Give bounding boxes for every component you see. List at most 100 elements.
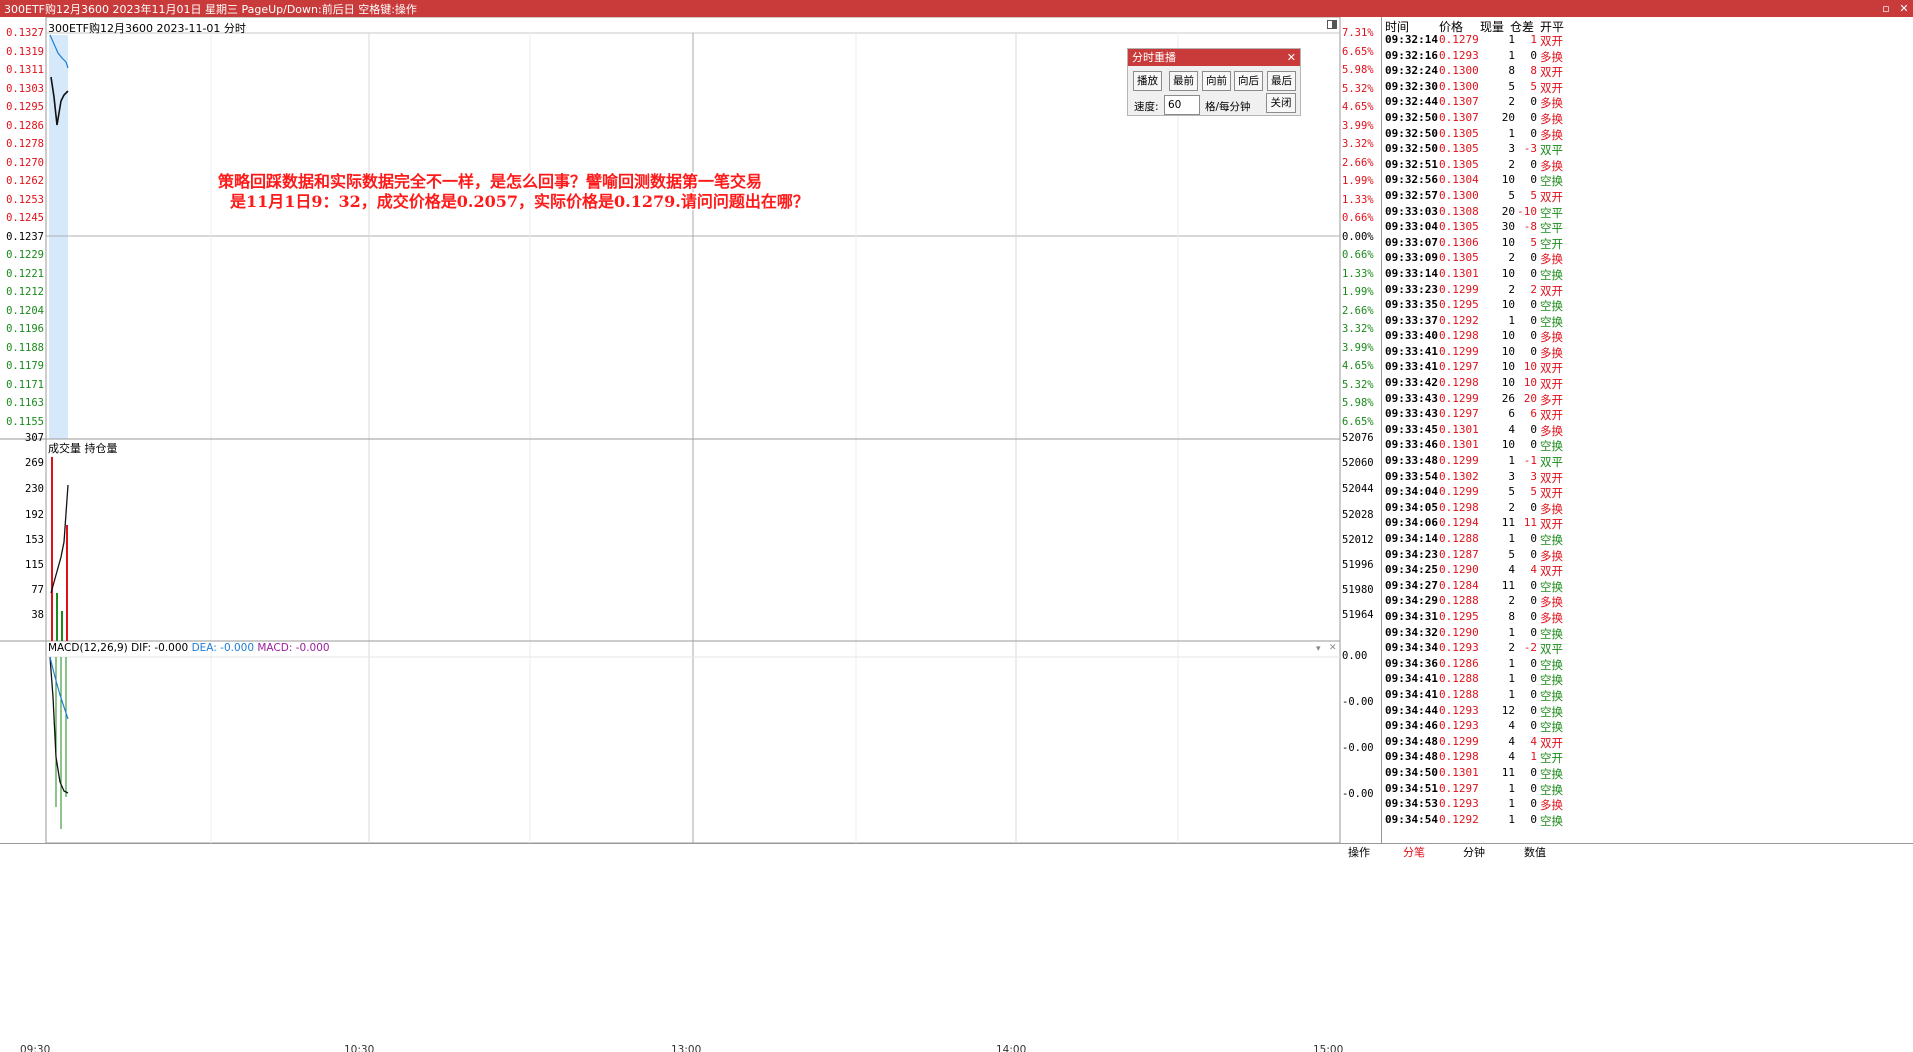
price-tick-label: 0.1311 [6, 64, 44, 76]
tick-row[interactable]: 09:34:23 0.1287 5 0 多换 [1382, 548, 1567, 564]
tick-row[interactable]: 09:34:41 0.1288 1 0 空换 [1382, 688, 1567, 704]
tick-row[interactable]: 09:34:34 0.1293 2 -2 双平 [1382, 641, 1567, 657]
restore-icon[interactable]: ▫ [1877, 0, 1895, 17]
tick-open-close: 双开 [1540, 408, 1563, 423]
tick-row[interactable]: 09:33:23 0.1299 2 2 双开 [1382, 283, 1567, 299]
tick-time: 09:34:44 [1385, 703, 1438, 717]
tick-row[interactable]: 09:33:14 0.1301 10 0 空换 [1382, 267, 1567, 283]
percent-tick-label: 1.99% [1342, 286, 1374, 298]
tick-row[interactable]: 09:32:44 0.1307 2 0 多换 [1382, 95, 1567, 111]
tick-price: 0.1290 [1439, 563, 1479, 577]
tick-row[interactable]: 09:33:03 0.1308 20 -10 空平 [1382, 205, 1567, 221]
tick-row[interactable]: 09:33:41 0.1297 10 10 双开 [1382, 360, 1567, 376]
replay-dialog-header[interactable]: 分时重播 ✕ [1128, 49, 1300, 66]
tick-row[interactable]: 09:32:50 0.1307 20 0 多换 [1382, 111, 1567, 127]
tick-row[interactable]: 09:33:45 0.1301 4 0 多换 [1382, 423, 1567, 439]
tick-row[interactable]: 09:32:51 0.1305 2 0 多换 [1382, 158, 1567, 174]
first-button[interactable]: 最前 [1169, 71, 1198, 91]
tab-values[interactable]: 数值 [1524, 844, 1546, 860]
tick-row[interactable]: 09:32:14 0.1279 1 1 双开 [1382, 33, 1567, 49]
tick-price: 0.1299 [1439, 282, 1479, 296]
tick-row[interactable]: 09:32:50 0.1305 3 -3 双平 [1382, 142, 1567, 158]
tick-row[interactable]: 09:33:48 0.1299 1 -1 双平 [1382, 454, 1567, 470]
bottom-divider [0, 843, 1913, 844]
tick-oi-diff: 0 [1530, 313, 1537, 327]
replay-close-icon[interactable]: ✕ [1287, 49, 1296, 66]
tab-minutes[interactable]: 分钟 [1463, 844, 1485, 860]
forward-button[interactable]: 向后 [1234, 71, 1263, 91]
tick-row[interactable]: 09:32:16 0.1293 1 0 多换 [1382, 49, 1567, 65]
tick-row[interactable]: 09:34:41 0.1288 1 0 空换 [1382, 672, 1567, 688]
speed-input[interactable]: 60 [1164, 95, 1200, 115]
tick-row[interactable]: 09:34:46 0.1293 4 0 空换 [1382, 719, 1567, 735]
tick-row[interactable]: 09:33:42 0.1298 10 10 双开 [1382, 376, 1567, 392]
tick-price: 0.1287 [1439, 547, 1479, 561]
macd-dropdown-icon[interactable]: ▾ [1316, 644, 1321, 654]
tick-row[interactable]: 09:34:48 0.1298 4 1 空开 [1382, 750, 1567, 766]
tick-oi-diff: 0 [1530, 173, 1537, 187]
last-button[interactable]: 最后 [1267, 71, 1296, 91]
volume-tick-label: 153 [25, 534, 44, 546]
tick-row[interactable]: 09:33:37 0.1292 1 0 空换 [1382, 314, 1567, 330]
tick-row[interactable]: 09:34:32 0.1290 1 0 空换 [1382, 626, 1567, 642]
tick-row[interactable]: 09:34:31 0.1295 8 0 多换 [1382, 610, 1567, 626]
play-button[interactable]: 播放 [1133, 71, 1162, 91]
tick-price: 0.1279 [1439, 33, 1479, 46]
back-button[interactable]: 向前 [1202, 71, 1231, 91]
tick-row[interactable]: 09:34:54 0.1292 1 0 空换 [1382, 813, 1567, 829]
tick-row[interactable]: 09:34:48 0.1299 4 4 双开 [1382, 735, 1567, 751]
tick-row[interactable]: 09:33:46 0.1301 10 0 空换 [1382, 438, 1567, 454]
tick-row[interactable]: 09:34:27 0.1284 11 0 空换 [1382, 579, 1567, 595]
tick-row[interactable]: 09:34:06 0.1294 11 11 双开 [1382, 516, 1567, 532]
tick-row[interactable]: 09:33:54 0.1302 3 3 双开 [1382, 470, 1567, 486]
tick-row[interactable]: 09:34:14 0.1288 1 0 空换 [1382, 532, 1567, 548]
tab-ticks[interactable]: 分笔 [1403, 844, 1425, 860]
tick-row[interactable]: 09:32:30 0.1300 5 5 双开 [1382, 80, 1567, 96]
tick-row[interactable]: 09:34:50 0.1301 11 0 空换 [1382, 766, 1567, 782]
tick-price: 0.1305 [1439, 220, 1479, 234]
tick-row[interactable]: 09:34:25 0.1290 4 4 双开 [1382, 563, 1567, 579]
price-tick-label: 0.1245 [6, 212, 44, 224]
tick-row[interactable]: 09:33:43 0.1297 6 6 双开 [1382, 407, 1567, 423]
tick-oi-diff: 0 [1530, 719, 1537, 733]
tab-operate[interactable]: 操作 [1348, 844, 1370, 860]
tick-oi-diff: 5 [1530, 235, 1537, 249]
tick-price: 0.1292 [1439, 313, 1479, 327]
tick-row[interactable]: 09:34:04 0.1299 5 5 双开 [1382, 485, 1567, 501]
percent-tick-label: 1.99% [1342, 175, 1374, 187]
title-bar: 300ETF购12月3600 2023年11月01日 星期三 PageUp/Do… [0, 0, 1913, 17]
tick-row[interactable]: 09:34:36 0.1286 1 0 空换 [1382, 657, 1567, 673]
tick-row[interactable]: 09:33:35 0.1295 10 0 空换 [1382, 298, 1567, 314]
macd-close-icon[interactable]: ✕ [1329, 643, 1337, 653]
tick-row[interactable]: 09:33:09 0.1305 2 0 多换 [1382, 251, 1567, 267]
panel-toggle-icon[interactable] [1327, 20, 1337, 29]
chart-canvas[interactable] [0, 17, 1381, 860]
tick-volume: 2 [1508, 594, 1515, 608]
tick-row[interactable]: 09:32:57 0.1300 5 5 双开 [1382, 189, 1567, 205]
tick-row[interactable]: 09:33:04 0.1305 30 -8 空平 [1382, 220, 1567, 236]
tick-row[interactable]: 09:34:44 0.1293 12 0 空换 [1382, 704, 1567, 720]
tick-row[interactable]: 09:33:43 0.1299 26 20 多开 [1382, 392, 1567, 408]
tick-row[interactable]: 09:32:50 0.1305 1 0 多换 [1382, 127, 1567, 143]
tick-row[interactable]: 09:33:41 0.1299 10 0 多换 [1382, 345, 1567, 361]
close-button[interactable]: 关闭 [1266, 93, 1296, 113]
tick-time: 09:34:04 [1385, 485, 1438, 499]
tick-row[interactable]: 09:32:24 0.1300 8 8 双开 [1382, 64, 1567, 80]
tick-row[interactable]: 09:34:05 0.1298 2 0 多换 [1382, 501, 1567, 517]
tick-open-close: 双平 [1540, 455, 1563, 470]
oi-tick-label: 52028 [1342, 509, 1374, 521]
tick-oi-diff: 0 [1530, 672, 1537, 686]
tick-row[interactable]: 09:33:07 0.1306 10 5 空开 [1382, 236, 1567, 252]
tick-volume: 20 [1501, 204, 1515, 218]
tick-row[interactable]: 09:34:51 0.1297 1 0 空换 [1382, 782, 1567, 798]
tick-row[interactable]: 09:34:53 0.1293 1 0 多换 [1382, 797, 1567, 813]
tick-price: 0.1293 [1439, 797, 1479, 811]
tick-volume: 3 [1508, 142, 1515, 156]
tick-open-close: 空换 [1540, 657, 1563, 672]
tick-row[interactable]: 09:32:56 0.1304 10 0 空换 [1382, 173, 1567, 189]
tick-row[interactable]: 09:34:29 0.1288 2 0 多换 [1382, 594, 1567, 610]
tick-time: 09:33:42 [1385, 376, 1438, 390]
tick-row[interactable]: 09:33:40 0.1298 10 0 多换 [1382, 329, 1567, 345]
close-icon[interactable]: ✕ [1895, 0, 1913, 17]
tick-price: 0.1300 [1439, 79, 1479, 93]
